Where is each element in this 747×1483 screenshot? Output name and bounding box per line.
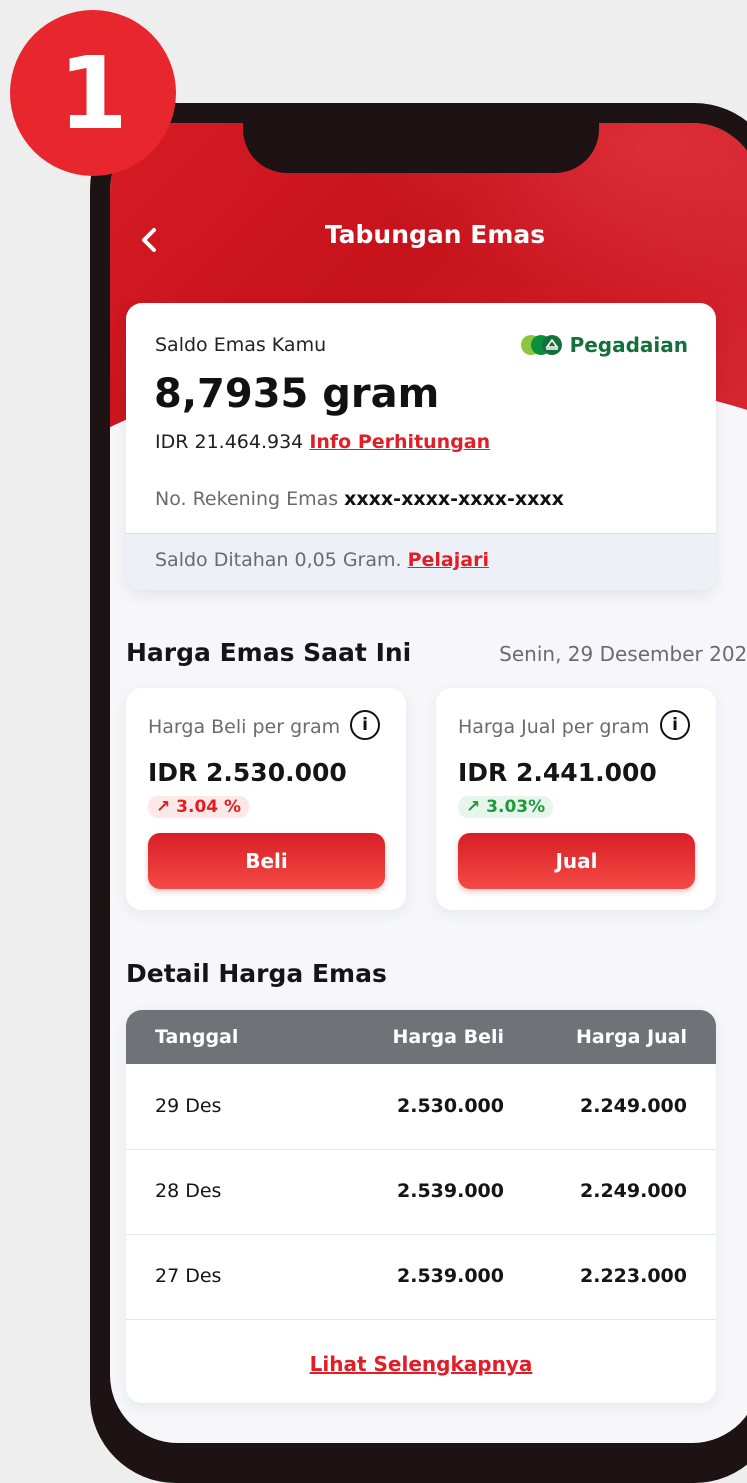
table-row: 29 Des 2.530.000 2.249.000 bbox=[126, 1065, 716, 1150]
arrow-up-right-icon: ↗ bbox=[156, 797, 171, 817]
info-icon[interactable]: i bbox=[350, 710, 380, 740]
balance-idr-line: IDR 21.464.934 Info Perhitungan bbox=[155, 431, 490, 453]
sell-price-value: IDR 2.441.000 bbox=[458, 758, 657, 787]
row-sell-price: 2.249.000 bbox=[580, 1095, 687, 1117]
held-balance-strip: Saldo Ditahan 0,05 Gram. Pelajari bbox=[126, 533, 716, 590]
table-row: 28 Des 2.539.000 2.249.000 bbox=[126, 1150, 716, 1235]
held-value: 0,05 Gram. bbox=[294, 549, 402, 571]
balance-idr-value: IDR 21.464.934 bbox=[155, 431, 304, 453]
info-icon[interactable]: i bbox=[660, 710, 690, 740]
app-screen: Tabungan Emas Saldo Emas Kamu Pegadaian … bbox=[110, 123, 747, 1443]
buy-price-card: Harga Beli per gram i IDR 2.530.000 ↗ 3.… bbox=[126, 688, 406, 910]
column-header-sell: Harga Jual bbox=[575, 1026, 687, 1048]
buy-button[interactable]: Beli bbox=[148, 833, 385, 889]
sell-price-label: Harga Jual per gram bbox=[458, 716, 650, 738]
row-date: 27 Des bbox=[155, 1265, 222, 1287]
row-date: 28 Des bbox=[155, 1180, 222, 1202]
row-buy-price: 2.539.000 bbox=[397, 1265, 504, 1287]
row-buy-price: 2.530.000 bbox=[397, 1095, 504, 1117]
sell-price-card: Harga Jual per gram i IDR 2.441.000 ↗ 3.… bbox=[436, 688, 716, 910]
table-header: Tanggal Harga Beli Harga Jual bbox=[126, 1010, 716, 1064]
info-perhitungan-link[interactable]: Info Perhitungan bbox=[309, 431, 490, 453]
account-number: xxxx-xxxx-xxxx-xxxx bbox=[344, 488, 564, 510]
held-balance-line: Saldo Ditahan 0,05 Gram. Pelajari bbox=[155, 549, 489, 571]
sell-price-change-badge: ↗ 3.03% bbox=[458, 796, 554, 818]
price-detail-table: Tanggal Harga Beli Harga Jual 29 Des 2.5… bbox=[126, 1010, 716, 1403]
page-title: Tabungan Emas bbox=[324, 220, 546, 249]
sell-button[interactable]: Jual bbox=[458, 833, 695, 889]
step-number-badge: 1 bbox=[10, 10, 176, 176]
held-label: Saldo Ditahan bbox=[155, 549, 289, 571]
pegadaian-logo: Pegadaian bbox=[520, 333, 688, 357]
buy-price-label: Harga Beli per gram bbox=[148, 716, 341, 738]
row-sell-price: 2.223.000 bbox=[580, 1265, 687, 1287]
detail-price-title: Detail Harga Emas bbox=[126, 959, 387, 988]
arrow-up-right-icon: ↗ bbox=[466, 797, 481, 817]
buy-price-value: IDR 2.530.000 bbox=[148, 758, 347, 787]
sell-price-change: 3.03% bbox=[486, 797, 546, 817]
row-date: 29 Des bbox=[155, 1095, 222, 1117]
pegadaian-logo-icon bbox=[520, 335, 562, 355]
table-row: 27 Des 2.539.000 2.223.000 bbox=[126, 1235, 716, 1320]
brand-name: Pegadaian bbox=[569, 333, 688, 357]
phone-notch bbox=[243, 123, 599, 173]
buy-price-change: 3.04 % bbox=[176, 797, 242, 817]
column-header-buy: Harga Beli bbox=[392, 1026, 504, 1048]
account-number-line: No. Rekening Emas xxxx-xxxx-xxxx-xxxx bbox=[155, 488, 564, 510]
pelajari-link[interactable]: Pelajari bbox=[408, 549, 489, 571]
row-buy-price: 2.539.000 bbox=[397, 1180, 504, 1202]
see-more-link[interactable]: Lihat Selengkapnya bbox=[126, 1352, 716, 1376]
gold-balance-amount: 8,7935 gram bbox=[154, 371, 440, 417]
price-date: Senin, 29 Desember 2025 bbox=[499, 642, 747, 666]
account-label: No. Rekening Emas bbox=[155, 488, 339, 510]
gold-balance-card: Saldo Emas Kamu Pegadaian 8,7935 gram ID… bbox=[126, 303, 716, 590]
row-sell-price: 2.249.000 bbox=[580, 1180, 687, 1202]
balance-label: Saldo Emas Kamu bbox=[155, 334, 327, 356]
buy-price-change-badge: ↗ 3.04 % bbox=[148, 796, 250, 818]
column-header-date: Tanggal bbox=[155, 1026, 239, 1048]
